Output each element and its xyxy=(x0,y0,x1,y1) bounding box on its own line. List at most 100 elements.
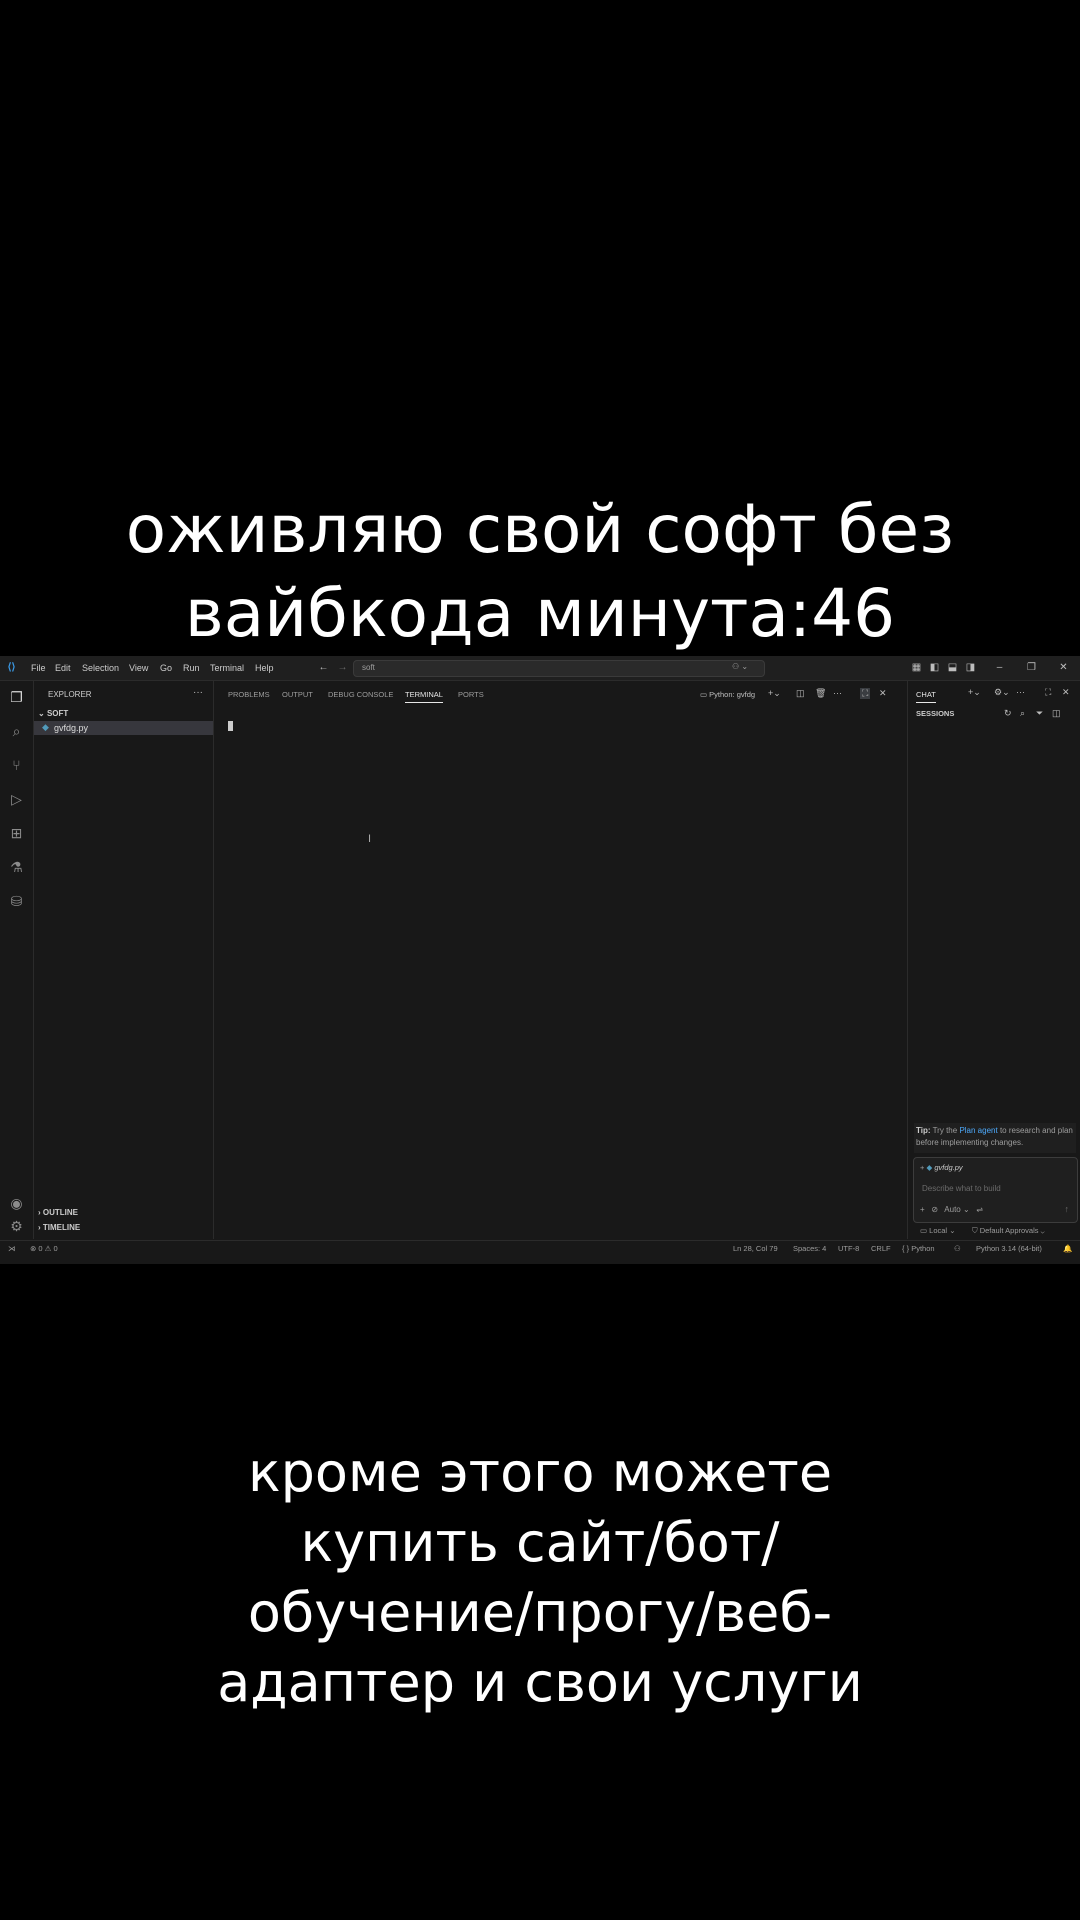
toggle-secondary-sidebar-icon[interactable]: ◨ xyxy=(964,661,977,674)
terminal-instance[interactable]: ▭ Python: gvfdg xyxy=(700,690,755,699)
file-item[interactable]: ◆ gvfdg.py xyxy=(34,721,213,735)
tab-debug-console[interactable]: DEBUG CONSOLE xyxy=(328,690,393,699)
python-icon[interactable]: ⛁ xyxy=(6,891,27,912)
back-arrow-icon[interactable]: ← xyxy=(317,661,330,674)
caption-bottom-line: обучение/прогу/веб- xyxy=(247,1581,833,1644)
tab-terminal[interactable]: TERMINAL xyxy=(405,690,443,703)
menu-help[interactable]: Help xyxy=(255,663,274,673)
toggle-sidebar-icon[interactable]: ◧ xyxy=(928,661,941,674)
copilot-icon[interactable]: ⚇ ⌄ xyxy=(732,662,748,671)
maximize-chat-icon[interactable]: ⛶ xyxy=(1045,687,1051,698)
caption-top-line: вайбкода минута:46 xyxy=(184,575,896,652)
account-icon[interactable]: ◉ xyxy=(6,1193,27,1214)
problems-status[interactable]: ⊗ 0 ⚠ 0 xyxy=(30,1244,58,1253)
forward-arrow-icon[interactable]: → xyxy=(336,661,349,674)
attached-file[interactable]: + ◆ gvfdg.py xyxy=(920,1163,963,1172)
toggle-panel-icon[interactable]: ⬓ xyxy=(946,661,959,674)
sessions-label: SESSIONS xyxy=(916,709,955,718)
bell-icon[interactable]: 🔔 xyxy=(1063,1244,1072,1253)
source-control-icon[interactable]: ⑂ xyxy=(6,755,27,776)
chat-more-icon[interactable]: ··· xyxy=(1016,687,1025,697)
search-icon[interactable]: ⌕ xyxy=(6,721,27,742)
new-chat-icon[interactable]: +⌄ xyxy=(968,687,981,698)
menu-terminal[interactable]: Terminal xyxy=(210,663,244,673)
section-outline[interactable]: › OUTLINE xyxy=(38,1208,78,1217)
refresh-icon[interactable]: ↻ xyxy=(1004,708,1012,719)
configure-icon[interactable]: ⇌ xyxy=(976,1205,983,1214)
tools-icon[interactable]: ⊘ xyxy=(931,1205,938,1214)
activity-bar: ❐ ⌕ ⑂ ▷ ⊞ ⚗ ⛁ ◉ ⚙ xyxy=(0,681,34,1239)
line-ending[interactable]: CRLF xyxy=(871,1244,891,1253)
toggle-view-icon[interactable]: ◫ xyxy=(1052,708,1061,719)
remote-icon[interactable]: ⋊ xyxy=(8,1244,16,1253)
explorer-sidebar: EXPLORER ··· ⌄ SOFT ◆ gvfdg.py › OUTLINE… xyxy=(34,681,214,1239)
command-center-search[interactable]: soft ⚇ ⌄ xyxy=(353,660,765,677)
testing-icon[interactable]: ⚗ xyxy=(6,857,27,878)
customize-layout-icon[interactable]: ▦ xyxy=(910,661,923,674)
encoding[interactable]: UTF-8 xyxy=(838,1244,859,1253)
minimize-icon[interactable]: – xyxy=(993,661,1006,674)
menu-edit[interactable]: Edit xyxy=(55,663,71,673)
indentation[interactable]: Spaces: 4 xyxy=(793,1244,826,1253)
close-window-icon[interactable]: ✕ xyxy=(1057,661,1070,674)
run-debug-icon[interactable]: ▷ xyxy=(6,789,27,810)
location-picker[interactable]: ▭ Local ⌄ xyxy=(920,1226,955,1235)
menu-file[interactable]: File xyxy=(31,663,46,673)
tab-chat[interactable]: CHAT xyxy=(916,690,936,703)
tab-ports[interactable]: PORTS xyxy=(458,690,484,699)
gear-icon[interactable]: ⚙ xyxy=(6,1216,27,1237)
menu-run[interactable]: Run xyxy=(183,663,200,673)
close-panel-icon[interactable]: ✕ xyxy=(879,688,887,699)
chat-input-box[interactable]: + ◆ gvfdg.py Describe what to build + ⊘ … xyxy=(913,1157,1078,1223)
tip-box: Tip: Try the Plan agent to research and … xyxy=(914,1123,1076,1153)
status-bar: ⋊ ⊗ 0 ⚠ 0 Ln 28, Col 79 Spaces: 4 UTF-8 … xyxy=(0,1240,1080,1255)
send-icon[interactable]: ↑ xyxy=(1065,1204,1070,1214)
tab-problems[interactable]: PROBLEMS xyxy=(228,690,270,699)
explorer-title: EXPLORER xyxy=(48,690,92,699)
text-cursor-icon: I xyxy=(368,833,372,845)
add-icon[interactable]: + xyxy=(920,1205,925,1214)
search-sessions-icon[interactable]: ⌕ xyxy=(1020,708,1025,719)
chat-input-placeholder[interactable]: Describe what to build xyxy=(922,1184,1001,1193)
caption-top: оживляю свой софт без вайбкода минута:46 xyxy=(0,488,1080,656)
chat-panel: CHAT +⌄ ⚙⌄ ··· ⛶ ✕ SESSIONS ↻ ⌕ ⏷ ◫ Tip:… xyxy=(907,681,1080,1239)
caption-bottom-line: кроме этого можете xyxy=(247,1441,833,1504)
extensions-icon[interactable]: ⊞ xyxy=(6,823,27,844)
language-mode[interactable]: { } Python xyxy=(902,1244,935,1253)
file-name: gvfdg.py xyxy=(54,723,89,733)
python-file-icon: ◆ xyxy=(42,722,49,732)
chat-settings-icon[interactable]: ⚙⌄ xyxy=(994,687,1010,698)
terminal-panel: PROBLEMS OUTPUT DEBUG CONSOLE TERMINAL P… xyxy=(214,681,892,1239)
more-actions-icon[interactable]: ··· xyxy=(193,687,203,698)
menu-view[interactable]: View xyxy=(129,663,148,673)
filter-icon[interactable]: ⏷ xyxy=(1036,708,1043,719)
terminal-name: Python: gvfdg xyxy=(709,690,756,699)
mode-picker[interactable]: Auto ⌄ xyxy=(944,1205,969,1214)
section-timeline[interactable]: › TIMELINE xyxy=(38,1223,80,1232)
menu-selection[interactable]: Selection xyxy=(82,663,119,673)
tab-output[interactable]: OUTPUT xyxy=(282,690,313,699)
folder-soft[interactable]: ⌄ SOFT xyxy=(38,709,68,718)
trash-icon[interactable]: 🗑 xyxy=(815,688,826,699)
split-terminal-icon[interactable]: ◫ xyxy=(796,688,805,699)
maximize-panel-icon[interactable]: ⛶ xyxy=(860,688,871,699)
caption-bottom: кроме этого можете купить сайт/бот/ обуч… xyxy=(0,1438,1080,1718)
folder-label: SOFT xyxy=(46,709,69,718)
plan-agent-link[interactable]: Plan agent xyxy=(959,1126,997,1135)
approvals-picker[interactable]: ⛉ Default Approvals ⌄ xyxy=(972,1226,1045,1236)
vscode-window: ⟨⟩ File Edit Selection View Go Run Termi… xyxy=(0,656,1080,1264)
tip-text: Try the xyxy=(932,1126,958,1135)
menu-go[interactable]: Go xyxy=(160,663,172,673)
new-terminal-icon[interactable]: +⌄ xyxy=(768,688,781,699)
close-chat-icon[interactable]: ✕ xyxy=(1062,687,1070,698)
cursor-position[interactable]: Ln 28, Col 79 xyxy=(733,1244,778,1253)
explorer-icon[interactable]: ❐ xyxy=(6,687,27,708)
more-icon[interactable]: ··· xyxy=(833,688,842,698)
restore-icon[interactable]: ❐ xyxy=(1025,661,1038,674)
copilot-status-icon[interactable]: ⚇ xyxy=(954,1244,961,1253)
caption-bottom-line: купить сайт/бот/ xyxy=(300,1511,780,1574)
interpreter[interactable]: Python 3.14 (64-bit) xyxy=(976,1244,1042,1253)
tip-label: Tip: xyxy=(916,1126,931,1135)
caption-top-line: оживляю свой софт без xyxy=(125,491,955,568)
terminal-cursor xyxy=(228,721,233,731)
